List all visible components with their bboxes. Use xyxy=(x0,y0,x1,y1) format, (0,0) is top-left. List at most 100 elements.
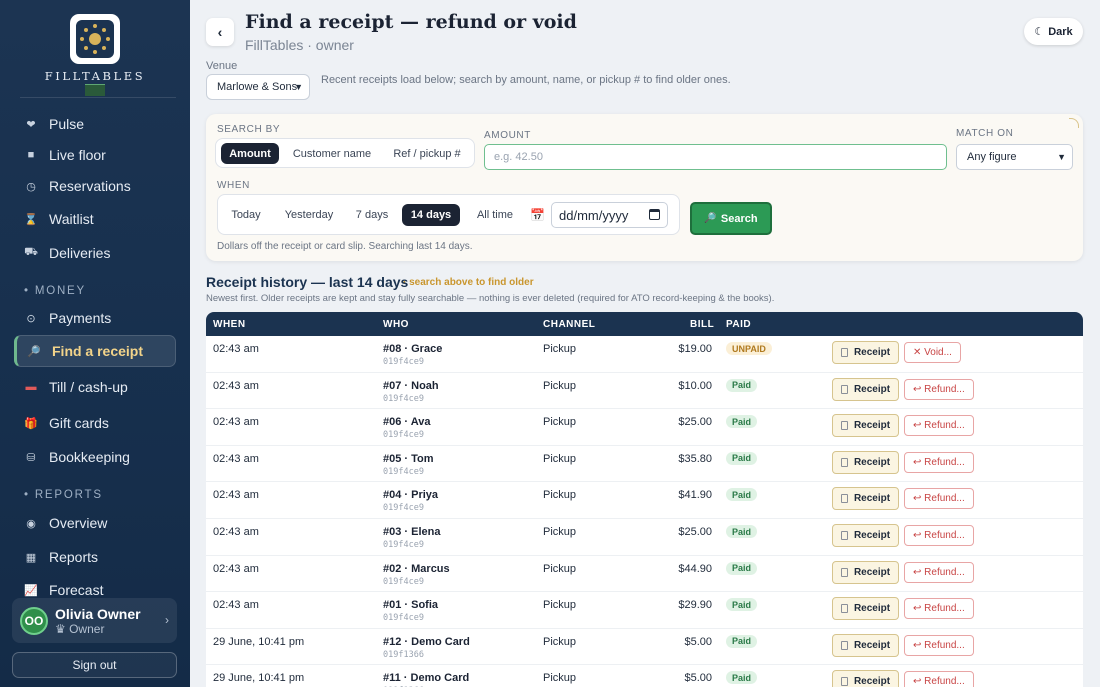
sidebar-item-deliveries[interactable]: ⛟ Deliveries xyxy=(14,237,176,269)
amount-input[interactable]: e.g. 42.50 xyxy=(484,144,947,170)
calendar-picker-icon[interactable] xyxy=(649,209,660,220)
when-7-days[interactable]: 7 days xyxy=(350,204,394,226)
sidebar-item-label: Payments xyxy=(49,310,112,326)
row-bill: $29.90 xyxy=(678,599,712,612)
sidebar-item-payments[interactable]: ⊙ Payments xyxy=(14,302,176,334)
receipt-button[interactable]: Receipt xyxy=(832,633,899,657)
when-14-days[interactable]: 14 days xyxy=(402,204,460,226)
sidebar-item-till[interactable]: ▬ Till / cash-up xyxy=(14,371,176,403)
when-yesterday[interactable]: Yesterday xyxy=(276,204,342,226)
row-who: #06 · Ava xyxy=(383,416,431,429)
row-bill: $25.00 xyxy=(678,526,712,538)
dark-mode-label: Dark xyxy=(1048,25,1073,38)
row-channel: Pickup xyxy=(543,562,577,575)
venue-select[interactable]: Marlowe & Sons ▼ xyxy=(206,74,310,100)
sidebar-item-find-receipt[interactable]: 🔎 Find a receipt xyxy=(14,335,176,367)
date-input-placeholder: dd/mm/yyyy xyxy=(559,207,629,223)
refund-button[interactable]: ↩ Refund... xyxy=(904,378,974,400)
column-header-paid: PAID xyxy=(726,319,752,330)
receipt-table: WHEN WHO CHANNEL BILL PAID 02:43 am #08 ·… xyxy=(206,312,1083,687)
sidebar-item-pulse[interactable]: ❤ Pulse xyxy=(14,108,176,140)
row-code: 019f4ce9 xyxy=(383,430,424,441)
history-hint[interactable]: · search above to find older xyxy=(403,277,534,288)
receipt-button[interactable]: Receipt xyxy=(832,450,899,474)
status-badge: Paid xyxy=(726,634,758,648)
brand-logo[interactable]: FILLTABLES xyxy=(0,14,190,96)
sidebar-item-label: Live floor xyxy=(49,147,106,163)
refund-button[interactable]: ↩ Refund... xyxy=(904,488,974,510)
void-button[interactable]: ✕ Void... xyxy=(904,342,961,363)
date-input[interactable]: dd/mm/yyyy xyxy=(551,202,668,228)
row-when: 02:43 am xyxy=(213,489,259,502)
sidebar-item-label: Gift cards xyxy=(49,415,109,431)
receipt-button[interactable]: Receipt xyxy=(832,597,899,621)
receipt-button[interactable]: Receipt xyxy=(832,524,899,547)
sidebar-item-live-floor[interactable]: ■ Live floor xyxy=(14,139,176,171)
sidebar-item-label: Pulse xyxy=(49,116,85,132)
sidebar-item-label: Till / cash-up xyxy=(49,379,128,395)
receipt-button-label: Receipt xyxy=(853,639,891,651)
sign-out-button[interactable]: Sign out xyxy=(12,652,177,678)
section-label-money: • MONEY xyxy=(24,285,86,297)
status-badge: Paid xyxy=(726,415,758,429)
heart-icon: ❤ xyxy=(26,118,36,131)
when-today[interactable]: Today xyxy=(224,204,268,226)
venue-label: Venue xyxy=(206,60,238,72)
back-button[interactable]: ‹ xyxy=(206,18,234,46)
receipt-icon xyxy=(840,457,848,467)
chart-icon: 📈 xyxy=(24,584,38,597)
row-when: 02:43 am xyxy=(213,379,259,392)
refund-button[interactable]: ↩ Refund... xyxy=(904,561,974,583)
refund-button[interactable]: ↩ Refund... xyxy=(904,451,974,473)
search-button[interactable]: 🔎 Search xyxy=(690,202,772,235)
table-header: WHEN WHO CHANNEL BILL PAID xyxy=(206,312,1083,336)
user-name: Olivia Owner xyxy=(55,605,141,622)
receipt-icon xyxy=(840,567,848,577)
receipt-button[interactable]: Receipt xyxy=(832,560,899,584)
receipt-icon xyxy=(840,604,848,614)
sidebar-item-label: Find a receipt xyxy=(52,343,144,359)
refund-button[interactable]: ↩ Refund... xyxy=(904,671,974,687)
search-by-ref[interactable]: Ref / pickup # xyxy=(383,143,471,164)
section-label-reports: • REPORTS xyxy=(24,489,103,501)
divider xyxy=(20,97,176,98)
refund-button[interactable]: ↩ Refund... xyxy=(904,415,974,437)
status-badge: Paid xyxy=(726,598,758,612)
row-bill: $44.90 xyxy=(678,562,712,575)
row-bill: $5.00 xyxy=(684,635,712,648)
receipt-button[interactable]: Receipt xyxy=(832,487,899,511)
refund-button[interactable]: ↩ Refund... xyxy=(904,598,974,620)
user-card[interactable]: OO Olivia Owner ♛ Owner › xyxy=(12,598,177,643)
refund-button[interactable]: ↩ Refund... xyxy=(904,634,974,656)
receipt-button[interactable]: Receipt xyxy=(832,670,899,687)
sidebar-item-overview[interactable]: ◉ Overview xyxy=(14,507,176,539)
refund-button[interactable]: ↩ Refund... xyxy=(904,525,974,546)
row-channel: Pickup xyxy=(543,379,577,392)
match-select[interactable]: Any figure ▼ xyxy=(956,144,1073,170)
sidebar-item-reservations[interactable]: ◷ Reservations xyxy=(14,170,176,202)
when-label: WHEN xyxy=(217,180,250,191)
search-by-customer[interactable]: Customer name xyxy=(286,143,378,164)
clock-icon: ◷ xyxy=(26,180,36,193)
receipt-button[interactable]: Receipt xyxy=(832,341,899,364)
when-all-time[interactable]: All time xyxy=(468,204,522,226)
row-channel: Pickup xyxy=(543,599,577,612)
table-row: 02:43 am #01 · Sofia 019f4ce9 Pickup $29.90 P… xyxy=(206,592,1083,629)
row-when: 02:43 am xyxy=(213,452,259,465)
column-header-when: WHEN xyxy=(213,319,246,330)
sidebar-item-bookkeeping[interactable]: ⛁ Bookkeeping xyxy=(14,441,176,473)
receipt-button-label: Receipt xyxy=(853,383,891,395)
search-by-amount[interactable]: Amount xyxy=(221,143,279,164)
row-who: #05 · Tom xyxy=(383,452,434,465)
dark-mode-toggle[interactable]: ☾ Dark xyxy=(1024,18,1083,45)
table-row: 02:43 am #08 · Grace 019f4ce9 Pickup $19.00 U… xyxy=(206,336,1083,373)
receipt-button[interactable]: Receipt xyxy=(832,414,899,438)
sidebar-item-waitlist[interactable]: ⌛ Waitlist xyxy=(14,203,176,235)
row-who: #11 · Demo Card xyxy=(383,672,470,685)
row-when: 02:43 am xyxy=(213,562,259,575)
sidebar-item-gift-cards[interactable]: 🎁 Gift cards xyxy=(14,407,176,439)
sidebar-item-reports[interactable]: ▦ Reports xyxy=(14,541,176,573)
receipt-button[interactable]: Receipt xyxy=(832,377,899,401)
history-description: Newest first. Older receipts are kept an… xyxy=(206,293,775,304)
row-channel: Pickup xyxy=(543,416,577,429)
